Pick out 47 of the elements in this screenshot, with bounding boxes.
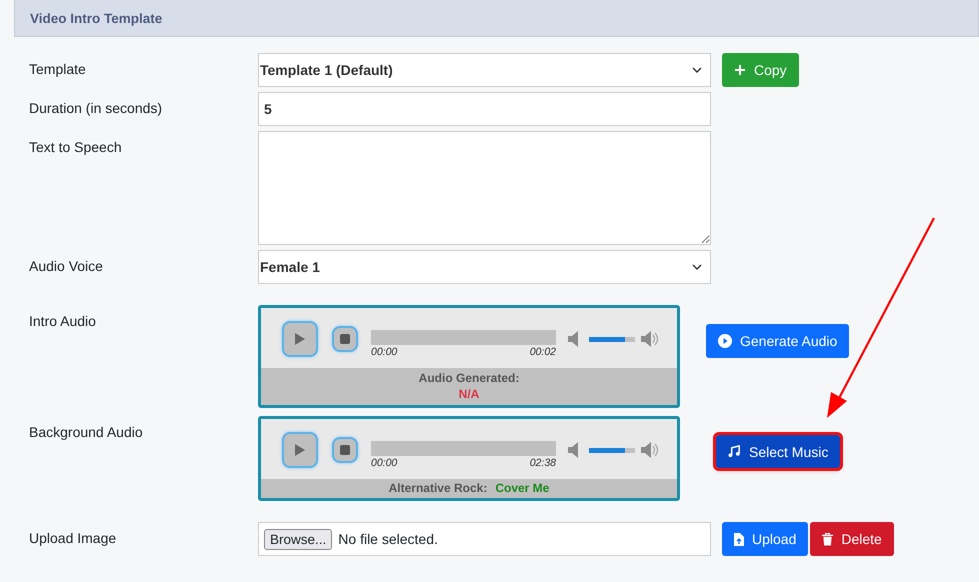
volume-slider[interactable]	[589, 448, 635, 452]
caption-value: N/A	[458, 386, 480, 402]
time-label: 00:00	[371, 346, 398, 358]
select-music-button[interactable]: Select Music	[716, 435, 840, 468]
play-button[interactable]	[282, 432, 318, 468]
panel-title: Video Intro Template	[30, 10, 162, 26]
music-note-icon	[728, 445, 741, 458]
template-select[interactable]: Template 1 (Default)	[258, 53, 711, 87]
speaker-icon	[568, 442, 580, 458]
file-upload-icon	[734, 532, 744, 546]
caption-label: Audio Generated:	[418, 370, 520, 386]
field-label: Upload Image	[29, 529, 118, 546]
trash-icon	[822, 532, 834, 546]
caption-value: Cover Me	[495, 481, 550, 496]
field-label: Background Audio	[29, 423, 144, 440]
speaker-loud-icon	[641, 331, 659, 347]
chevron-down-icon	[692, 264, 702, 270]
voice-select[interactable]: Female 1	[258, 250, 711, 284]
field-label: Text to Speech	[29, 138, 123, 155]
play-circle-icon	[718, 334, 732, 348]
volume-slider[interactable]	[589, 336, 635, 342]
browse-button[interactable]: Browse...	[264, 528, 332, 550]
generate-audio-button[interactable]: Generate Audio	[706, 324, 850, 358]
delete-button[interactable]: Delete	[810, 522, 894, 556]
field-label: Template	[29, 60, 87, 77]
stop-button[interactable]	[332, 326, 358, 352]
duration-input[interactable]: 5	[258, 92, 711, 126]
file-input[interactable]: Browse... No file selected.	[258, 522, 711, 556]
stop-icon	[340, 445, 350, 455]
file-status: No file selected.	[338, 531, 438, 547]
field-label: Intro Audio	[29, 312, 97, 329]
upload-button[interactable]: Upload	[722, 522, 808, 556]
stop-icon	[340, 334, 350, 344]
plus-icon	[734, 64, 746, 76]
field-label: Duration (in seconds)	[29, 99, 164, 116]
play-button[interactable]	[282, 321, 318, 357]
time-label: 02:38	[530, 457, 556, 469]
field-label: Audio Voice	[29, 257, 104, 274]
play-icon	[294, 332, 306, 346]
speaker-loud-icon	[641, 442, 659, 458]
stop-button[interactable]	[332, 437, 358, 463]
speaker-icon	[568, 331, 580, 347]
time-label: 00:02	[530, 346, 556, 358]
time-label: 00:00	[371, 457, 398, 469]
caption-label: Alternative Rock:	[388, 481, 488, 496]
chevron-down-icon	[692, 67, 702, 73]
play-icon	[294, 443, 306, 457]
